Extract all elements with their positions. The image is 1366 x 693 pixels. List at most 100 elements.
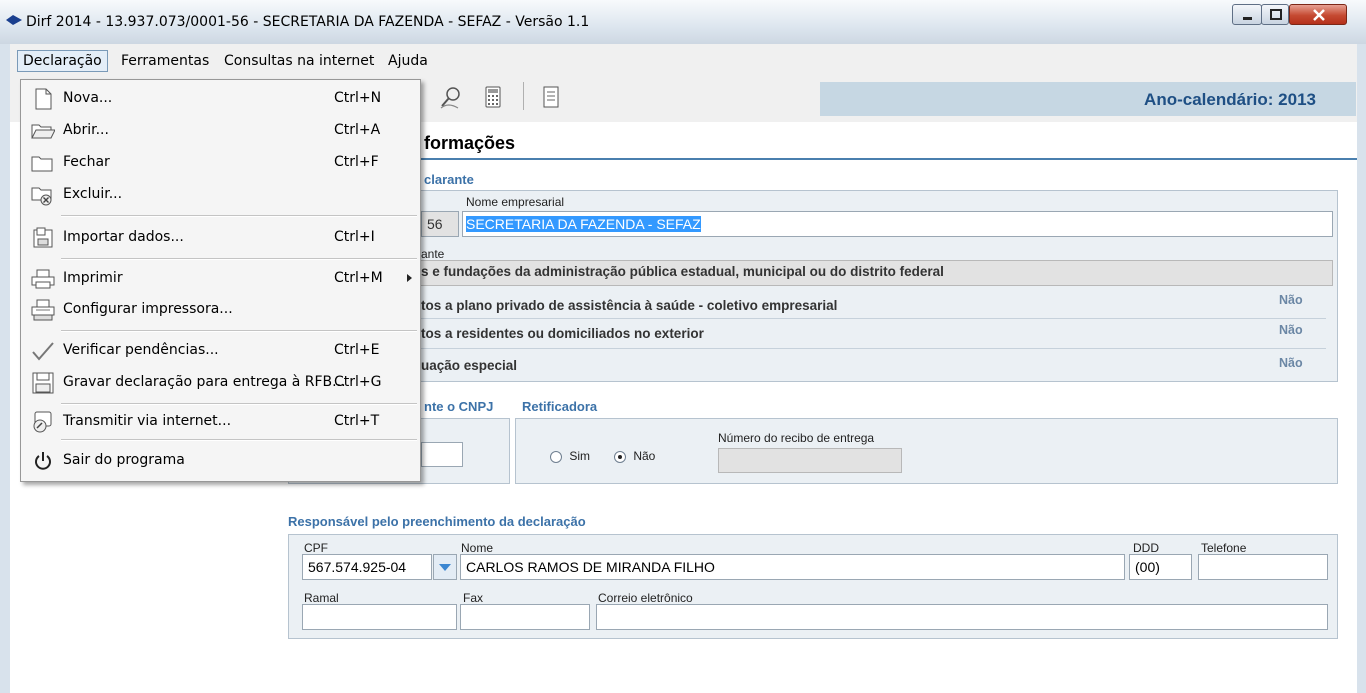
retificadora-title: Retificadora (522, 399, 598, 414)
open-folder-icon (31, 124, 55, 139)
row-plano-saude-label: tos a plano privado de assistência à saú… (421, 298, 838, 313)
menu-shortcut: Ctrl+N (334, 90, 382, 106)
menu-separator (61, 439, 417, 441)
row-exterior-value[interactable]: Não (1279, 323, 1303, 337)
declaracao-dropdown-menu: Nova... Ctrl+N Abrir... Ctrl+A Fechar Ct… (20, 79, 421, 482)
radio-nao-label: Não (633, 449, 656, 463)
menu-separator (61, 330, 417, 332)
radio-nao[interactable] (614, 450, 626, 463)
telefone-label: Telefone (1201, 541, 1247, 555)
menu-item-sair[interactable]: Sair do programa (21, 446, 420, 476)
toolbar-separator (523, 82, 524, 110)
menu-item-transmitir[interactable]: Transmitir via internet... Ctrl+T (21, 407, 420, 437)
recibo-field (718, 448, 902, 473)
import-icon (33, 227, 53, 248)
nome-empresarial-label: Nome empresarial (466, 195, 565, 209)
menu-label: Transmitir via internet... (63, 413, 232, 429)
menu-item-configurar-impressora[interactable]: Configurar impressora... (21, 295, 420, 325)
window-border-left (0, 44, 10, 693)
menu-label: Importar dados... (63, 229, 184, 245)
nome-field[interactable]: CARLOS RAMOS DE MIRANDA FILHO (460, 554, 1125, 580)
cnpj-input[interactable] (421, 442, 463, 467)
radio-sim[interactable] (550, 450, 562, 463)
menu-item-verificar-pendencias[interactable]: Verificar pendências... Ctrl+E (21, 336, 420, 366)
row-plano-saude-value[interactable]: Não (1279, 293, 1303, 307)
menu-shortcut: Ctrl+F (334, 154, 379, 170)
ddd-label: DDD (1133, 541, 1159, 555)
menu-shortcut: Ctrl+E (334, 342, 380, 358)
recibo-label: Número do recibo de entrega (718, 431, 875, 445)
menu-shortcut: Ctrl+A (334, 122, 381, 138)
menu-label: Fechar (63, 154, 110, 170)
menu-separator (61, 403, 417, 405)
maximize-icon (1270, 9, 1282, 20)
menu-item-importar[interactable]: Importar dados... Ctrl+I (21, 223, 420, 253)
fax-field[interactable] (460, 604, 590, 630)
menu-item-nova[interactable]: Nova... Ctrl+N (21, 84, 420, 114)
cnpj-field: 56 (421, 211, 459, 237)
submenu-arrow-icon (407, 274, 412, 282)
ramal-field[interactable] (302, 604, 457, 630)
natureza-value: s e fundações da administração pública e… (421, 264, 944, 279)
radio-nao-option[interactable]: Não (614, 449, 655, 463)
printer-settings-icon (31, 299, 55, 321)
menu-declaracao[interactable]: Declaração (17, 50, 108, 72)
window-title: Dirf 2014 - 13.937.073/0001-56 - SECRETA… (26, 14, 590, 30)
responsavel-title: Responsável pelo preenchimento da declar… (288, 514, 586, 529)
menu-item-abrir[interactable]: Abrir... Ctrl+A (21, 116, 420, 146)
maximize-button[interactable] (1261, 4, 1289, 25)
cpf-dropdown-button[interactable] (433, 554, 457, 580)
menu-shortcut: Ctrl+G (334, 374, 382, 390)
row-exterior-label: tos a residentes ou domiciliados no exte… (421, 326, 704, 341)
menu-label: Imprimir (63, 270, 123, 286)
menu-shortcut: Ctrl+T (334, 413, 380, 429)
menu-item-gravar-declaracao[interactable]: Gravar declaração para entrega à RFB... … (21, 368, 420, 398)
form-icon[interactable] (538, 84, 564, 110)
menu-shortcut: Ctrl+I (334, 229, 375, 245)
menu-item-fechar[interactable]: Fechar Ctrl+F (21, 148, 420, 178)
minimize-icon (1243, 17, 1252, 20)
close-button[interactable] (1289, 4, 1347, 25)
radio-sim-label: Sim (569, 449, 591, 463)
menu-label: Excluir... (63, 186, 123, 202)
cnpj-group-title: nte o CNPJ (424, 399, 494, 414)
row-situacao-especial-value[interactable]: Não (1279, 356, 1303, 370)
title-bar: Dirf 2014 - 13.937.073/0001-56 - SECRETA… (0, 0, 1366, 44)
telefone-field[interactable] (1198, 554, 1328, 580)
menu-item-imprimir[interactable]: Imprimir Ctrl+M (21, 264, 420, 294)
declarante-group-title: clarante (424, 172, 474, 187)
page-title: formações (424, 133, 516, 153)
minimize-button[interactable] (1232, 4, 1262, 25)
menu-ajuda[interactable]: Ajuda (383, 50, 433, 72)
row-divider (420, 348, 1326, 349)
email-label: Correio eletrônico (598, 591, 693, 605)
ddd-field[interactable]: (00) (1129, 554, 1192, 580)
menu-separator (61, 258, 417, 260)
transmit-icon (33, 411, 52, 433)
delete-folder-icon (31, 187, 52, 206)
menu-label: Configurar impressora... (63, 301, 233, 317)
window-border-right (1357, 44, 1366, 693)
nome-empresarial-field[interactable]: SECRETARIA DA FAZENDA - SEFAZ (462, 211, 1333, 237)
new-document-icon (35, 88, 52, 110)
app-logo-icon (6, 15, 22, 25)
menu-consultas[interactable]: Consultas na internet (219, 50, 379, 72)
natureza-label: ante (421, 247, 445, 261)
menu-label: Sair do programa (63, 452, 185, 468)
menu-ferramentas[interactable]: Ferramentas (116, 50, 214, 72)
search-person-icon[interactable] (438, 84, 464, 110)
nome-label: Nome (461, 541, 494, 555)
power-icon (35, 452, 51, 470)
menu-label: Verificar pendências... (63, 342, 219, 358)
cpf-field[interactable]: 567.574.925-04 (302, 554, 432, 580)
radio-sim-option[interactable]: Sim (550, 449, 590, 463)
checkmark-icon (32, 342, 54, 361)
menu-shortcut: Ctrl+M (334, 270, 383, 286)
email-field[interactable] (596, 604, 1328, 630)
save-disk-icon (32, 372, 54, 394)
calculator-icon[interactable] (480, 84, 506, 110)
chevron-down-icon (439, 564, 451, 571)
menu-label: Abrir... (63, 122, 109, 138)
nome-empresarial-value: SECRETARIA DA FAZENDA - SEFAZ (466, 216, 701, 232)
menu-item-excluir[interactable]: Excluir... (21, 180, 420, 210)
